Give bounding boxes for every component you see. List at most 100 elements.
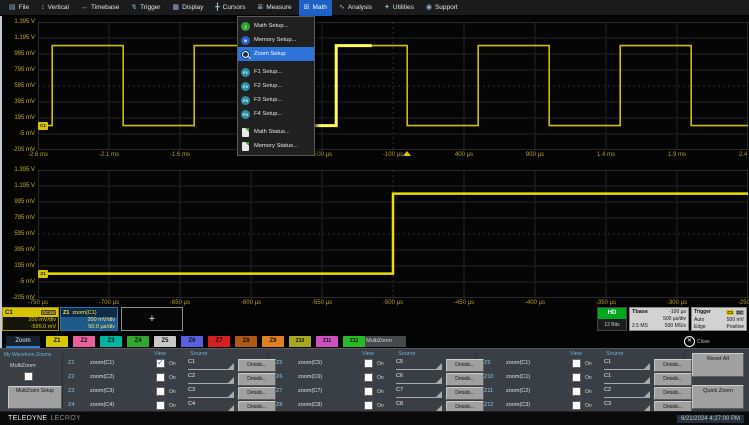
quick-zoom-button[interactable]: Quick Zoom	[692, 385, 744, 409]
menu-support[interactable]: ◉Support	[421, 0, 463, 16]
menu-timebase[interactable]: ↔Timebase	[76, 0, 124, 16]
view-checkbox-z5[interactable]	[364, 359, 373, 368]
tab-z5[interactable]: Z5	[154, 336, 176, 347]
details-label: Details...	[455, 376, 474, 382]
tab-z6[interactable]: Z6	[181, 336, 203, 347]
trigger-slope: Positive	[726, 324, 744, 331]
tab-z10[interactable]: Z10	[289, 336, 311, 347]
source-field-z3[interactable]: C3	[188, 387, 234, 398]
menu-cursors[interactable]: ╋Cursors	[210, 0, 250, 16]
zoom-x-label: -500 µs	[383, 300, 403, 306]
source-value: C1	[604, 373, 611, 379]
view-checkbox-z3[interactable]	[156, 387, 165, 396]
view-checkbox-z9[interactable]	[572, 359, 581, 368]
zoom-y-label: 995 mV	[1, 199, 35, 206]
details-button-z3[interactable]: Details...	[238, 387, 276, 400]
c1-trace-descriptor[interactable]: C1 DC1M 200 mV/div -595.0 mV	[2, 307, 59, 331]
details-button-z10[interactable]: Details...	[654, 373, 692, 386]
menu-item-f3-setup[interactable]: F3F3 Setup...	[238, 93, 314, 107]
tab-z1[interactable]: Z1	[46, 336, 68, 347]
multizoom-setup-button[interactable]: MultiZoom Setup	[8, 386, 62, 409]
tab-zoom[interactable]: Zoom	[6, 336, 40, 348]
details-button-z1[interactable]: Details...	[238, 359, 276, 372]
view-checkbox-z8[interactable]	[364, 401, 373, 410]
timebase-scale: 500 µs/div	[663, 316, 686, 323]
zoom-y-label: 1.395 V	[1, 167, 35, 174]
math-status-icon	[242, 128, 249, 137]
menu-item-f4-setup[interactable]: F4F4 Setup...	[238, 107, 314, 121]
menu-analysis[interactable]: ∿Analysis	[334, 0, 377, 16]
tab-z12[interactable]: Z12	[343, 336, 365, 347]
menu-item-label: Math Status...	[254, 129, 290, 135]
view-checkbox-z2[interactable]	[156, 373, 165, 382]
zoom-row-label: zoom(C6)	[298, 374, 322, 380]
view-checkbox-z6[interactable]	[364, 373, 373, 382]
menu-item-zoom-setup[interactable]: Zoom Setup	[238, 47, 314, 61]
menu-display[interactable]: ▦Display	[167, 0, 208, 16]
tab-z7[interactable]: Z7	[208, 336, 230, 347]
reset-all-button[interactable]: Reset All	[692, 353, 744, 377]
view-checkbox-z11[interactable]	[572, 387, 581, 396]
tab-z3[interactable]: Z3	[100, 336, 122, 347]
source-header: Source	[606, 351, 623, 357]
source-field-z7[interactable]: C7	[396, 387, 442, 398]
tab-z4[interactable]: Z4	[127, 336, 149, 347]
support-icon: ◉	[426, 4, 432, 11]
tab-z11[interactable]: Z11	[316, 336, 338, 347]
menu-vertical[interactable]: ↕Vertical	[36, 0, 74, 16]
menu-item-math-setup[interactable]: ƒMath Setup...	[238, 19, 314, 33]
details-button-z7[interactable]: Details...	[446, 387, 484, 400]
source-field-z5[interactable]: C5	[396, 359, 442, 370]
view-checkbox-z10[interactable]	[572, 373, 581, 382]
menu-math[interactable]: ⊞Math	[299, 0, 332, 16]
menu-trigger[interactable]: ↯Trigger	[126, 0, 165, 16]
source-field-z10[interactable]: C1	[604, 373, 650, 384]
menu-item-math-status[interactable]: Math Status...	[238, 125, 314, 139]
menu-file[interactable]: ▤File	[4, 0, 34, 16]
trigger-descriptor[interactable]: Trigger C1 DC Auto 500 mV Edge Positive	[691, 307, 747, 331]
zoom-row-label: zoom(C1)	[90, 360, 114, 366]
menu-item-f1-setup[interactable]: F1F1 Setup...	[238, 65, 314, 79]
tab-z2[interactable]: Z2	[73, 336, 95, 347]
details-button-z6[interactable]: Details...	[446, 373, 484, 386]
details-button-z5[interactable]: Details...	[446, 359, 484, 372]
menu-utilities[interactable]: ✦Utilities	[379, 0, 419, 16]
menu-measure[interactable]: ≣Measure	[252, 0, 296, 16]
menu-item-memory-status[interactable]: Memory Status...	[238, 139, 314, 153]
trigger-position-marker[interactable]	[403, 151, 411, 156]
z1-trace-descriptor[interactable]: Z1 zoom(C1) 200 mV/div 50.0 µs/div	[60, 307, 118, 331]
view-checkbox-z12[interactable]	[572, 401, 581, 410]
source-field-z2[interactable]: C2	[188, 373, 234, 384]
menu-item-memory-setup[interactable]: MMemory Setup...	[238, 33, 314, 47]
menu-item-label: Memory Status...	[254, 143, 298, 149]
details-button-z11[interactable]: Details...	[654, 387, 692, 400]
add-trace-button[interactable]: +	[121, 307, 183, 331]
multizoom-checkbox[interactable]	[24, 372, 33, 381]
tab-z9[interactable]: Z9	[262, 336, 284, 347]
measure-icon: ≣	[257, 4, 263, 11]
view-checkbox-z7[interactable]	[364, 387, 373, 396]
view-checkbox-z1[interactable]	[156, 359, 165, 368]
details-button-z2[interactable]: Details...	[238, 373, 276, 386]
source-field-z1[interactable]: C1	[188, 359, 234, 370]
plus-icon: +	[149, 313, 155, 325]
close-dialog-button[interactable]: ✕ Close	[684, 336, 710, 347]
main-x-label: 900 µs	[526, 152, 544, 158]
tab-z8[interactable]: Z8	[235, 336, 257, 347]
zoom-row-id: Z8	[276, 402, 282, 408]
menu-item-f2-setup[interactable]: F2F2 Setup...	[238, 79, 314, 93]
source-field-z6[interactable]: C6	[396, 373, 442, 384]
zoom-row-id: Z6	[276, 374, 282, 380]
z1-trace-marker[interactable]: Z1	[38, 270, 48, 278]
source-field-z9[interactable]: C1	[604, 359, 650, 370]
c1-trace-marker[interactable]: C1	[38, 122, 48, 130]
file-icon: ▤	[9, 4, 16, 11]
hd-mode-indicator[interactable]: HD 12 Bits	[597, 307, 627, 331]
zoom-row-id: Z4	[68, 402, 74, 408]
details-button-z9[interactable]: Details...	[654, 359, 692, 372]
timebase-descriptor[interactable]: Tbase -100 µs 500 µs/div 2.5 MS 500 MS/s	[629, 307, 689, 331]
source-field-z11[interactable]: C2	[604, 387, 650, 398]
source-value: C2	[188, 373, 195, 379]
source-value: C4	[188, 401, 195, 407]
view-checkbox-z4[interactable]	[156, 401, 165, 410]
